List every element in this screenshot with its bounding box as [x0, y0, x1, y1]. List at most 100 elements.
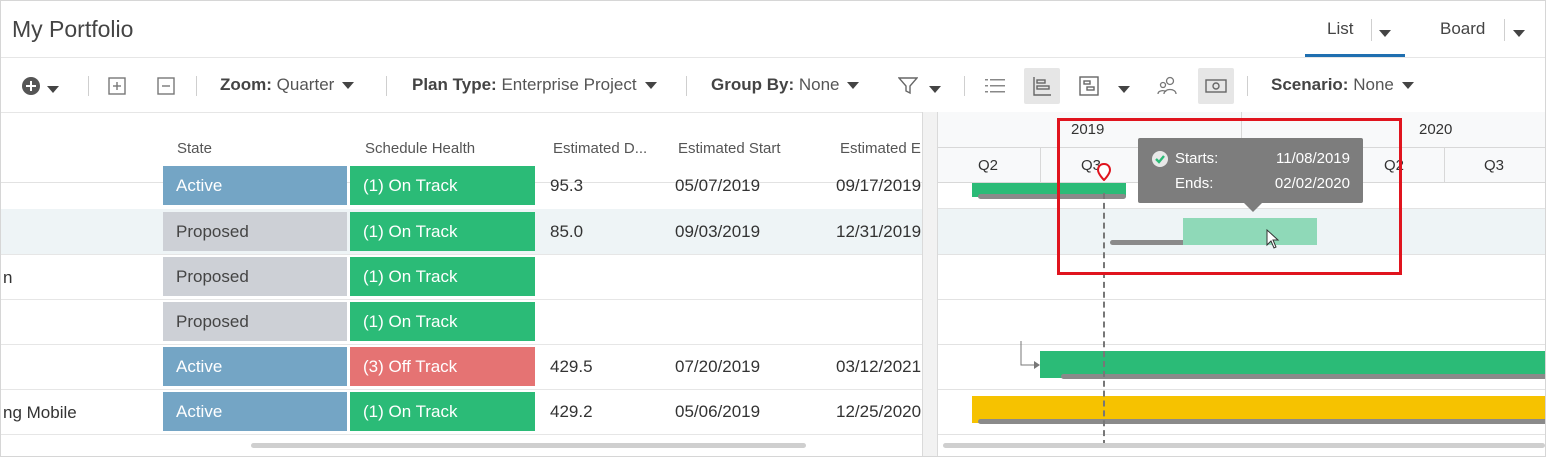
list-layout-button[interactable] [980, 71, 1010, 101]
add-dropdown[interactable] [47, 81, 59, 99]
divider [88, 76, 89, 96]
quarter-label: Q3 [1484, 157, 1505, 174]
grid-body: Active (1) On Track 95.3 05/07/2019 09/1… [1, 164, 922, 446]
column-header-estimated-start[interactable]: Estimated Start [678, 140, 781, 157]
table-row[interactable]: Proposed (1) On Track 85.0 09/03/2019 12… [1, 209, 922, 255]
baseline-bar [1061, 374, 1545, 379]
schedule-health-badge: (3) Off Track [350, 347, 535, 386]
schedule-health-badge: (1) On Track [350, 257, 535, 296]
timeline-settings-dropdown[interactable] [1118, 81, 1130, 99]
cell-name: n [3, 268, 13, 287]
column-header-schedule-health[interactable]: Schedule Health [365, 140, 475, 157]
schedule-health-badge: (1) On Track [350, 302, 535, 341]
chevron-down-icon [47, 86, 59, 94]
column-header-estimated-duration[interactable]: Estimated D... [553, 140, 647, 157]
cell-end: 09/17/2019 [836, 176, 922, 195]
mouse-cursor-icon [1266, 229, 1280, 249]
divider [938, 434, 1545, 435]
tab-list[interactable]: List [1327, 19, 1353, 39]
chevron-down-icon [1118, 86, 1130, 94]
cell-duration: 429.2 [550, 402, 593, 421]
plan-type-label: Plan Type: [412, 75, 497, 94]
cell-start: 05/06/2019 [675, 402, 761, 421]
people-icon [1157, 76, 1177, 95]
column-header-state[interactable]: State [177, 140, 212, 157]
filter-dropdown[interactable] [929, 81, 941, 99]
cell-duration: 429.5 [550, 357, 593, 376]
year-label: 2020 [1419, 121, 1453, 138]
list-view-dropdown[interactable] [1379, 25, 1391, 43]
gantt-layout-button[interactable] [1024, 68, 1060, 104]
plan-type-value: Enterprise Project [501, 75, 637, 94]
divider [1444, 147, 1445, 182]
scenario-selector[interactable]: Scenario: None [1271, 75, 1414, 95]
plus-circle-icon [22, 77, 40, 95]
group-by-selector[interactable]: Group By: None [711, 75, 860, 95]
group-by-label: Group By: [711, 75, 795, 94]
state-badge: Proposed [163, 212, 347, 251]
table-row[interactable]: Active (1) On Track 95.3 05/07/2019 09/1… [1, 164, 922, 210]
cell-end: 03/12/2021 [836, 357, 922, 376]
financials-button[interactable] [1198, 68, 1234, 104]
grid-horizontal-scrollbar[interactable] [251, 443, 806, 448]
gantt-icon [1033, 77, 1051, 96]
cell-start: 07/20/2019 [675, 357, 761, 376]
table-row[interactable]: Proposed (1) On Track [1, 299, 922, 345]
tab-board[interactable]: Board [1440, 19, 1485, 39]
collapse-all-button[interactable] [151, 71, 181, 101]
cell-start: 05/07/2019 [675, 176, 761, 195]
timeline-settings-button[interactable] [1074, 71, 1104, 101]
divider [1371, 19, 1372, 41]
board-view-dropdown[interactable] [1513, 25, 1525, 43]
state-badge: Active [163, 392, 347, 431]
page-title: My Portfolio [12, 16, 134, 42]
zoom-label: Zoom: [220, 75, 272, 94]
scenario-value: None [1353, 75, 1394, 94]
divider [1, 57, 1545, 58]
chevron-down-icon [1513, 30, 1525, 38]
expand-all-button[interactable] [102, 71, 132, 101]
table-row[interactable]: ng Mobile Active (1) On Track 429.2 05/0… [1, 389, 922, 435]
resources-button[interactable] [1153, 71, 1183, 101]
portfolio-window: My Portfolio List Board Zoom: Quarter Pl… [0, 0, 1546, 457]
plan-type-selector[interactable]: Plan Type: Enterprise Project [412, 75, 657, 95]
divider [386, 76, 387, 96]
table-row[interactable]: n Proposed (1) On Track [1, 254, 922, 300]
column-header-estimated-end[interactable]: Estimated E [840, 140, 922, 157]
cell-name: ng Mobile [3, 403, 77, 422]
group-by-value: None [798, 75, 840, 94]
chevron-down-icon [1379, 30, 1391, 38]
money-icon [1205, 79, 1227, 93]
divider [196, 76, 197, 96]
schedule-health-badge: (1) On Track [350, 212, 535, 251]
chevron-down-icon [644, 82, 657, 90]
divider [938, 389, 1545, 390]
chevron-down-icon [1401, 82, 1414, 90]
chevron-down-icon [929, 86, 941, 94]
filter-button[interactable] [893, 71, 923, 101]
quarter-label: Q2 [978, 157, 999, 174]
state-badge: Active [163, 166, 347, 205]
divider [1504, 19, 1505, 41]
state-badge: Proposed [163, 302, 347, 341]
schedule-health-badge: (1) On Track [350, 166, 535, 205]
schedule-health-badge: (1) On Track [350, 392, 535, 431]
pane-splitter[interactable] [922, 112, 938, 456]
divider [1040, 147, 1041, 182]
table-row[interactable]: Active (3) Off Track 429.5 07/20/2019 03… [1, 344, 922, 390]
minus-square-icon [157, 77, 175, 95]
divider [938, 299, 1545, 300]
scenario-label: Scenario: [1271, 75, 1349, 94]
gantt-horizontal-scrollbar[interactable] [943, 443, 1545, 448]
zoom-selector[interactable]: Zoom: Quarter [220, 75, 355, 95]
add-button[interactable] [16, 71, 46, 101]
divider [686, 76, 687, 96]
plus-square-icon [108, 77, 126, 95]
cell-start: 09/03/2019 [675, 222, 761, 241]
list-icon [985, 79, 1005, 93]
cell-end: 12/25/2020 [836, 402, 922, 421]
state-badge: Active [163, 347, 347, 386]
divider [1247, 76, 1248, 96]
chevron-down-icon [342, 82, 355, 90]
state-badge: Proposed [163, 257, 347, 296]
